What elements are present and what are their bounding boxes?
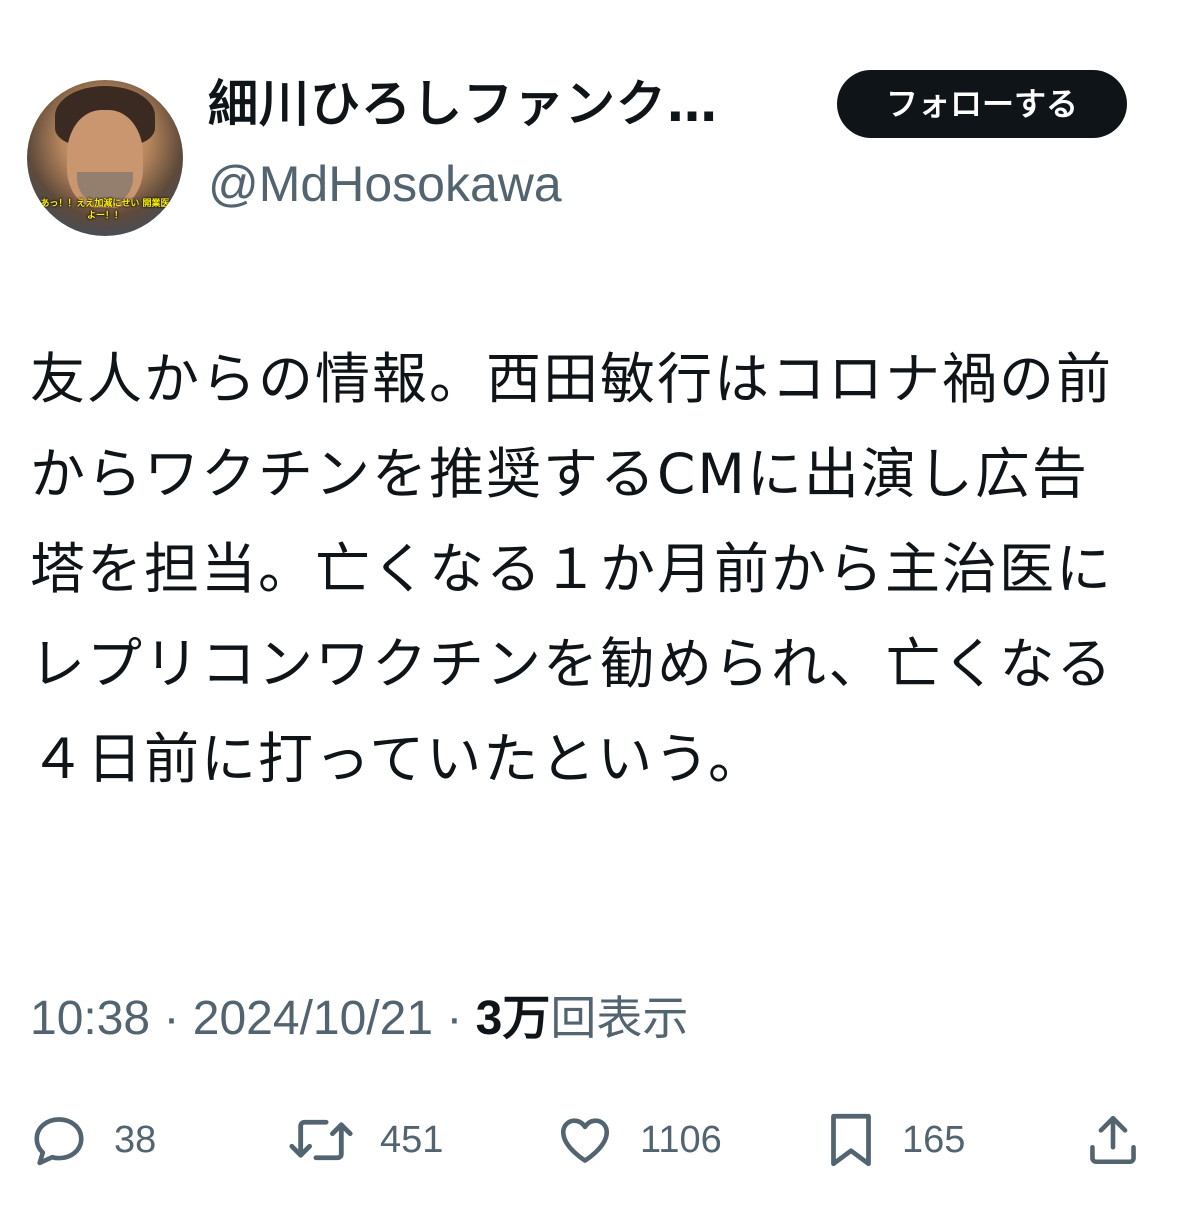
reply-count: 38 — [114, 1119, 157, 1161]
reply-icon — [30, 1111, 88, 1169]
bookmark-button[interactable]: 165 — [826, 1108, 965, 1172]
tweet-meta: 10:38 · 2024/10/21 · 3万回表示 — [30, 986, 688, 1051]
tweet-time[interactable]: 10:38 — [30, 992, 150, 1045]
display-name[interactable]: 細川ひろしファンク… — [208, 70, 718, 138]
share-icon — [1084, 1111, 1142, 1169]
views-count: 3万 — [475, 992, 551, 1045]
like-button[interactable]: 1106 — [556, 1108, 722, 1172]
tweet-date[interactable]: 2024/10/21 — [193, 992, 433, 1045]
bookmark-icon — [826, 1109, 876, 1171]
share-button[interactable] — [1084, 1108, 1142, 1172]
meta-separator: · — [433, 992, 476, 1045]
retweet-count: 451 — [380, 1119, 444, 1161]
retweet-button[interactable]: 451 — [288, 1108, 443, 1172]
follow-button[interactable]: フォローする — [837, 70, 1127, 138]
tweet-text: 友人からの情報。西田敏行はコロナ禍の前からワクチンを推奨するCMに出演し広告塔を… — [30, 347, 1114, 791]
avatar[interactable]: あっ！！ええ加減にせい 開業医よー！！ — [27, 80, 183, 236]
bookmark-count: 165 — [902, 1119, 966, 1161]
tweet: あっ！！ええ加減にせい 開業医よー！！ 細川ひろしファンク… @MdHosoka… — [0, 0, 1179, 1230]
like-count: 1106 — [640, 1119, 722, 1161]
meta-separator: · — [150, 992, 193, 1045]
retweet-icon — [288, 1111, 354, 1169]
reply-button[interactable]: 38 — [30, 1108, 156, 1172]
heart-icon — [556, 1111, 614, 1169]
user-handle[interactable]: @MdHosokawa — [208, 150, 562, 218]
avatar-caption: あっ！！ええ加減にせい 開業医よー！！ — [40, 199, 170, 221]
views-label: 回表示 — [550, 991, 689, 1045]
